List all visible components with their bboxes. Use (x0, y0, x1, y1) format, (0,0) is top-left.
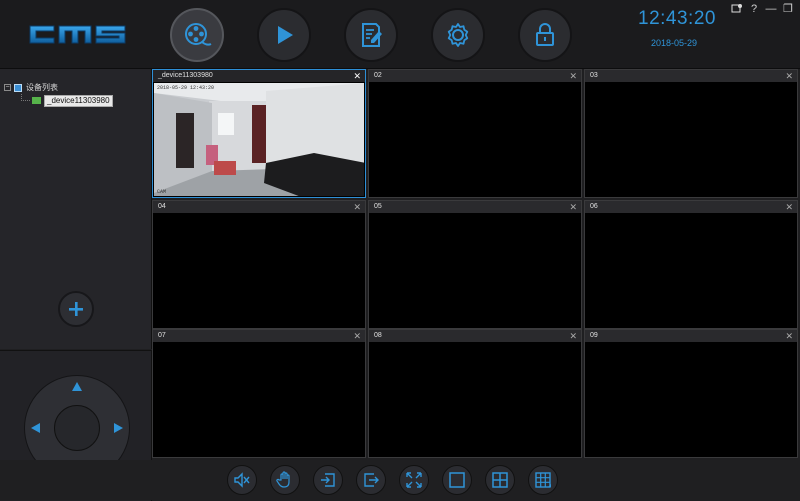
video-cell-header: 02 ✕ (369, 70, 581, 82)
cms-logo (28, 20, 128, 48)
close-icon[interactable]: ✕ (353, 70, 361, 82)
video-cell-label: 03 (590, 72, 598, 79)
film-reel-icon (185, 23, 212, 46)
ptz-left-arrow-icon[interactable] (30, 422, 42, 434)
video-cell[interactable]: 08 ✕ (368, 329, 582, 458)
mute-button[interactable] (227, 465, 257, 495)
close-icon[interactable]: ✕ (353, 330, 361, 342)
quad-view-button[interactable] (485, 465, 515, 495)
video-cell-label: _device11303980 (158, 72, 213, 79)
collapse-icon[interactable]: − (4, 84, 11, 91)
video-cell-label: 08 (374, 332, 382, 339)
video-cell[interactable]: _device11303980 ✕ 2018-05-29 12:43:20 CA… (152, 69, 366, 198)
quad-view-icon (492, 472, 508, 488)
video-cell[interactable]: 05 ✕ (368, 200, 582, 329)
video-cell-header: 09 ✕ (585, 330, 797, 342)
minimize-icon[interactable]: — (765, 3, 777, 15)
tree-device-label: _device11303980 (44, 94, 113, 107)
camera-feed: 2018-05-29 12:43:20 CAM (154, 83, 364, 196)
video-cell-label: 05 (374, 203, 382, 210)
video-cell-label: 06 (590, 203, 598, 210)
svg-text:CAM: CAM (157, 189, 166, 195)
close-icon[interactable]: ✕ (785, 201, 793, 213)
bottom-toolbar (0, 460, 800, 500)
ptz-right-arrow-icon[interactable] (112, 422, 124, 434)
video-cell-header: 06 ✕ (585, 201, 797, 213)
tree-root[interactable]: − 设备列表 (4, 81, 113, 94)
video-cell-header: 07 ✕ (153, 330, 365, 342)
clock-time: 12:43:20 (638, 8, 716, 29)
tree-root-label: 设备列表 (26, 83, 58, 92)
mute-icon (234, 472, 250, 488)
settings-chat-icon[interactable] (731, 3, 743, 15)
video-cell-header: 08 ✕ (369, 330, 581, 342)
device-tree: − 设备列表 _device11303980 (4, 81, 113, 107)
single-view-icon (449, 472, 465, 488)
window-controls: ? — ❐ (731, 3, 794, 15)
video-cell-header: _device11303980 ✕ (153, 70, 365, 82)
video-cell-label: 04 (158, 203, 166, 210)
video-cell[interactable]: 03 ✕ (584, 69, 798, 198)
video-cell[interactable]: 04 ✕ (152, 200, 366, 329)
nav-settings-button[interactable] (431, 8, 485, 62)
fullscreen-button[interactable] (399, 465, 429, 495)
nav-live-view-button[interactable] (170, 8, 224, 62)
video-cell-header: 05 ✕ (369, 201, 581, 213)
device-list-icon (14, 83, 22, 92)
top-bar: 12:43:20 2018-05-29 ? — ❐ (0, 0, 800, 69)
close-icon[interactable]: ✕ (569, 70, 577, 82)
tree-connector (21, 94, 30, 101)
camera-icon (32, 97, 41, 104)
video-cell-label: 09 (590, 332, 598, 339)
nine-view-button[interactable] (528, 465, 558, 495)
ptz-center-button[interactable] (54, 405, 100, 451)
close-icon[interactable]: ✕ (785, 70, 793, 82)
close-icon[interactable]: ✕ (569, 330, 577, 342)
plus-icon (69, 302, 83, 316)
video-grid: _device11303980 ✕ 2018-05-29 12:43:20 CA… (152, 69, 798, 459)
help-icon[interactable]: ? (748, 3, 760, 15)
video-cell[interactable]: 02 ✕ (368, 69, 582, 198)
video-cell[interactable]: 07 ✕ (152, 329, 366, 458)
svg-text:2018-05-29 12:43:20: 2018-05-29 12:43:20 (157, 85, 214, 91)
close-icon[interactable]: ✕ (353, 201, 361, 213)
single-view-button[interactable] (442, 465, 472, 495)
nine-view-icon (535, 472, 551, 488)
edit-document-icon (362, 23, 382, 47)
clock-date: 2018-05-29 (651, 38, 698, 48)
hand-button[interactable] (270, 465, 300, 495)
video-cell-header: 04 ✕ (153, 201, 365, 213)
gear-icon (447, 23, 469, 47)
export-button[interactable] (356, 465, 386, 495)
nav-log-button[interactable] (344, 8, 398, 62)
nav-playback-button[interactable] (257, 8, 311, 62)
tree-device-item[interactable]: _device11303980 (21, 94, 113, 107)
video-cell-label: 02 (374, 72, 382, 79)
close-icon[interactable]: ✕ (785, 330, 793, 342)
video-cell[interactable]: 06 ✕ (584, 200, 798, 329)
device-tree-panel: − 设备列表 _device11303980 (0, 69, 152, 349)
nav-lock-button[interactable] (518, 8, 572, 62)
restore-icon[interactable]: ❐ (782, 3, 794, 15)
import-button[interactable] (313, 465, 343, 495)
export-icon (364, 473, 379, 487)
video-cell-header: 03 ✕ (585, 70, 797, 82)
import-icon (321, 473, 335, 487)
fullscreen-icon (406, 472, 422, 488)
video-cell-label: 07 (158, 332, 166, 339)
lock-icon (536, 23, 554, 46)
hand-icon (276, 471, 290, 488)
video-cell[interactable]: 09 ✕ (584, 329, 798, 458)
close-icon[interactable]: ✕ (569, 201, 577, 213)
play-icon (278, 26, 293, 44)
ptz-up-arrow-icon[interactable] (71, 381, 83, 393)
add-device-button[interactable] (58, 291, 94, 327)
